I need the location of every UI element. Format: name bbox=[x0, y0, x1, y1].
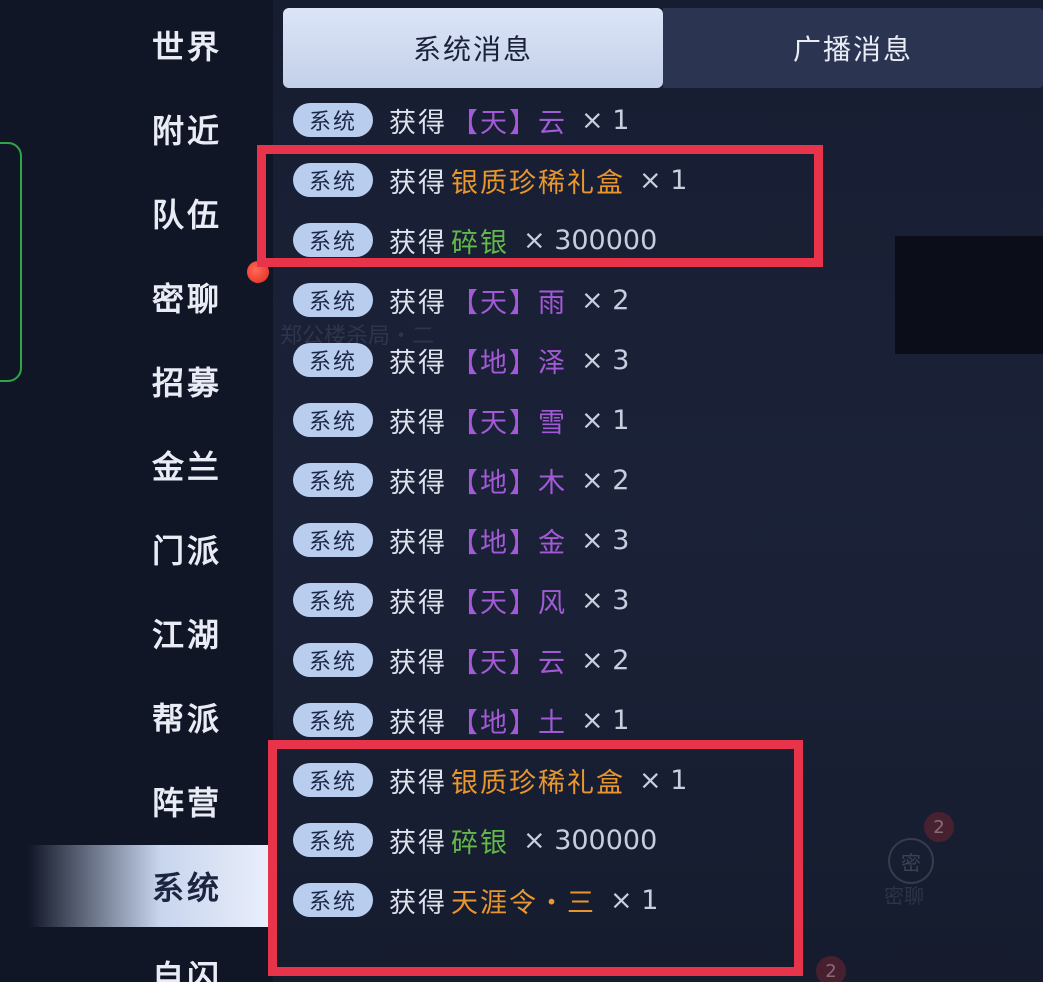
message-verb: 获得 bbox=[389, 347, 447, 379]
item-quantity: × 2 bbox=[581, 284, 630, 316]
system-tag-badge: 系统 bbox=[293, 823, 373, 857]
tab-broadcast-messages[interactable]: 广播消息 bbox=[663, 8, 1043, 88]
system-tag-badge: 系统 bbox=[293, 763, 373, 797]
item-link[interactable]: 【地】泽 bbox=[451, 341, 567, 380]
system-tag-badge: 系统 bbox=[293, 523, 373, 557]
item-quantity: × 300000 bbox=[523, 824, 658, 856]
message-row: 系统 获得 【天】云 × 1 bbox=[293, 100, 629, 140]
chat-window: 郑公楼杀局・二 密 密聊 2 2 世界 附近 队伍 密聊 招募 金兰 门派 江湖… bbox=[0, 0, 1043, 982]
channel-sidebar: 世界 附近 队伍 密聊 招募 金兰 门派 江湖 帮派 阵营 系统 自闪 bbox=[0, 0, 273, 982]
item-link[interactable]: 银质珍稀礼盒 bbox=[451, 761, 625, 800]
item-quantity: × 3 bbox=[581, 524, 630, 556]
message-row: 系统 获得 碎银 × 300000 bbox=[293, 820, 657, 860]
system-tag-badge: 系统 bbox=[293, 223, 373, 257]
message-verb: 获得 bbox=[389, 287, 447, 319]
item-link[interactable]: 天涯令・三 bbox=[451, 881, 596, 920]
message-verb: 获得 bbox=[389, 647, 447, 679]
system-tag-badge: 系统 bbox=[293, 643, 373, 677]
unread-badge: 2 bbox=[816, 956, 846, 982]
sidebar-item-more[interactable]: 自闪 bbox=[28, 946, 268, 982]
item-link[interactable]: 碎银 bbox=[451, 821, 509, 860]
message-verb: 获得 bbox=[389, 827, 447, 859]
message-tabs: 系统消息 广播消息 bbox=[283, 8, 1043, 88]
sidebar-item-world[interactable]: 世界 bbox=[28, 4, 268, 86]
message-row: 系统 获得 【天】雨 × 2 bbox=[293, 280, 629, 320]
item-link[interactable]: 【天】云 bbox=[451, 641, 567, 680]
item-quantity: × 2 bbox=[581, 464, 630, 496]
system-tag-badge: 系统 bbox=[293, 163, 373, 197]
unread-badge: 2 bbox=[924, 812, 954, 842]
private-chat-icon: 密 bbox=[888, 838, 934, 884]
message-row: 系统 获得 天涯令・三 × 1 bbox=[293, 880, 658, 920]
message-verb: 获得 bbox=[389, 707, 447, 739]
message-verb: 获得 bbox=[389, 767, 447, 799]
message-verb: 获得 bbox=[389, 587, 447, 619]
message-row: 系统 获得 银质珍稀礼盒 × 1 bbox=[293, 160, 687, 200]
system-tag-badge: 系统 bbox=[293, 463, 373, 497]
item-quantity: × 2 bbox=[581, 644, 630, 676]
item-quantity: × 3 bbox=[581, 584, 630, 616]
message-verb: 获得 bbox=[389, 527, 447, 559]
item-quantity: × 1 bbox=[581, 404, 630, 436]
item-link[interactable]: 银质珍稀礼盒 bbox=[451, 161, 625, 200]
message-verb: 获得 bbox=[389, 887, 447, 919]
message-row: 系统 获得 银质珍稀礼盒 × 1 bbox=[293, 760, 687, 800]
sidebar-item-private[interactable]: 密聊 bbox=[28, 256, 268, 338]
item-quantity: × 1 bbox=[581, 704, 630, 736]
private-chat-label: 密聊 bbox=[884, 884, 924, 908]
sidebar-item-faction[interactable]: 阵营 bbox=[28, 760, 268, 842]
sidebar-item-team[interactable]: 队伍 bbox=[28, 172, 268, 254]
sidebar-item-nearby[interactable]: 附近 bbox=[28, 88, 268, 170]
item-link[interactable]: 【地】木 bbox=[451, 461, 567, 500]
message-row: 系统 获得 【地】泽 × 3 bbox=[293, 340, 629, 380]
item-link[interactable]: 【地】土 bbox=[451, 701, 567, 740]
sidebar-item-sect[interactable]: 门派 bbox=[28, 508, 268, 590]
message-verb: 获得 bbox=[389, 167, 447, 199]
item-quantity: × 3 bbox=[581, 344, 630, 376]
item-link[interactable]: 碎银 bbox=[451, 221, 509, 260]
message-row: 系统 获得 【地】木 × 2 bbox=[293, 460, 629, 500]
item-link[interactable]: 【天】雪 bbox=[451, 401, 567, 440]
message-row: 系统 获得 【地】土 × 1 bbox=[293, 700, 629, 740]
item-quantity: × 300000 bbox=[523, 224, 658, 256]
item-quantity: × 1 bbox=[581, 104, 630, 136]
sidebar-item-guild[interactable]: 帮派 bbox=[28, 676, 268, 758]
message-row: 系统 获得 【天】风 × 3 bbox=[293, 580, 629, 620]
system-tag-badge: 系统 bbox=[293, 583, 373, 617]
message-verb: 获得 bbox=[389, 467, 447, 499]
item-quantity: × 1 bbox=[639, 164, 688, 196]
background-scene bbox=[895, 236, 1043, 354]
system-tag-badge: 系统 bbox=[293, 703, 373, 737]
system-tag-badge: 系统 bbox=[293, 283, 373, 317]
message-row: 系统 获得 【天】云 × 2 bbox=[293, 640, 629, 680]
system-tag-badge: 系统 bbox=[293, 403, 373, 437]
sidebar-item-jianghu[interactable]: 江湖 bbox=[28, 592, 268, 674]
sidebar-edge-frame bbox=[0, 142, 22, 382]
system-tag-badge: 系统 bbox=[293, 103, 373, 137]
message-verb: 获得 bbox=[389, 227, 447, 259]
message-verb: 获得 bbox=[389, 407, 447, 439]
system-tag-badge: 系统 bbox=[293, 883, 373, 917]
sidebar-item-sworn[interactable]: 金兰 bbox=[28, 424, 268, 506]
item-link[interactable]: 【地】金 bbox=[451, 521, 567, 560]
item-quantity: × 1 bbox=[610, 884, 659, 916]
tab-system-messages[interactable]: 系统消息 bbox=[283, 8, 663, 88]
message-verb: 获得 bbox=[389, 107, 447, 139]
item-link[interactable]: 【天】风 bbox=[451, 581, 567, 620]
system-tag-badge: 系统 bbox=[293, 343, 373, 377]
sidebar-item-recruit[interactable]: 招募 bbox=[28, 340, 268, 422]
message-row: 系统 获得 【天】雪 × 1 bbox=[293, 400, 629, 440]
item-link[interactable]: 【天】云 bbox=[451, 101, 567, 140]
sidebar-item-system[interactable]: 系统 bbox=[28, 845, 268, 927]
message-row: 系统 获得 碎银 × 300000 bbox=[293, 220, 657, 260]
notification-dot bbox=[247, 261, 269, 283]
item-quantity: × 1 bbox=[639, 764, 688, 796]
item-link[interactable]: 【天】雨 bbox=[451, 281, 567, 320]
message-row: 系统 获得 【地】金 × 3 bbox=[293, 520, 629, 560]
